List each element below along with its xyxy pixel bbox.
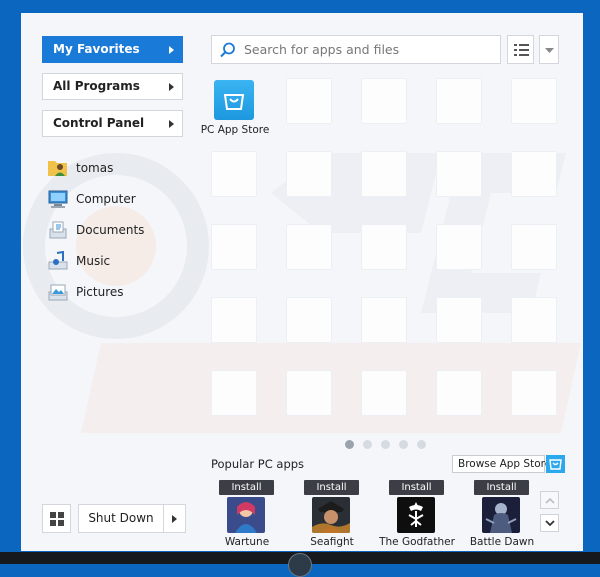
pc-app-store-tile[interactable] bbox=[214, 80, 254, 120]
my-favorites-label: My Favorites bbox=[53, 42, 140, 56]
popular-app-seafight: Install Seafight bbox=[297, 480, 367, 550]
place-label: Pictures bbox=[76, 285, 124, 299]
music-icon bbox=[48, 251, 68, 270]
empty-app-tile[interactable] bbox=[211, 370, 257, 416]
chevron-right-icon bbox=[169, 46, 174, 54]
start-button[interactable] bbox=[288, 553, 312, 577]
computer-icon bbox=[48, 190, 68, 208]
list-view-button[interactable] bbox=[507, 35, 534, 64]
empty-app-tile[interactable] bbox=[511, 297, 557, 343]
popular-scroll-up-button[interactable] bbox=[540, 491, 559, 509]
control-panel-button[interactable]: Control Panel bbox=[42, 110, 183, 137]
place-label: tomas bbox=[76, 161, 114, 175]
taskbar bbox=[0, 552, 600, 577]
empty-app-tile[interactable] bbox=[361, 78, 407, 124]
app-name: Wartune bbox=[224, 536, 270, 548]
empty-app-tile[interactable] bbox=[286, 297, 332, 343]
chevron-right-icon bbox=[169, 83, 174, 91]
popular-app-wartune: Install Wartune bbox=[212, 480, 282, 550]
empty-app-tile[interactable] bbox=[436, 78, 482, 124]
chevron-down-icon bbox=[545, 520, 555, 527]
shut-down-options-button[interactable] bbox=[164, 504, 186, 533]
chevron-down-icon bbox=[545, 48, 554, 53]
empty-app-tile[interactable] bbox=[286, 78, 332, 124]
search-icon bbox=[220, 42, 235, 58]
empty-app-tile[interactable] bbox=[211, 297, 257, 343]
empty-app-tile[interactable] bbox=[436, 224, 482, 270]
battle-dawn-app-icon[interactable] bbox=[482, 497, 520, 533]
empty-app-tile[interactable] bbox=[361, 297, 407, 343]
browse-app-store-icon-button[interactable] bbox=[546, 455, 565, 473]
empty-app-tile[interactable] bbox=[211, 224, 257, 270]
wartune-app-icon[interactable] bbox=[227, 497, 265, 533]
pc-app-store-label: PC App Store bbox=[200, 124, 270, 136]
empty-app-tile[interactable] bbox=[361, 370, 407, 416]
page-dot[interactable] bbox=[345, 440, 354, 449]
place-label: Computer bbox=[76, 192, 136, 206]
all-programs-button[interactable]: All Programs bbox=[42, 73, 183, 100]
control-panel-label: Control Panel bbox=[53, 116, 145, 130]
empty-app-tile[interactable] bbox=[286, 370, 332, 416]
search-box[interactable] bbox=[211, 35, 501, 64]
chevron-right-icon bbox=[172, 515, 177, 523]
seafight-app-icon[interactable] bbox=[312, 497, 350, 533]
place-label: Music bbox=[76, 254, 111, 268]
install-button[interactable]: Install bbox=[474, 480, 529, 495]
page-dot[interactable] bbox=[399, 440, 408, 449]
pictures-icon bbox=[48, 284, 68, 301]
empty-app-tile[interactable] bbox=[436, 297, 482, 343]
install-button[interactable]: Install bbox=[219, 480, 274, 495]
view-options-dropdown[interactable] bbox=[539, 35, 559, 64]
grid-icon bbox=[50, 512, 64, 526]
popular-app-the-godfather: Install The Godfather bbox=[379, 480, 455, 550]
user-folder-icon bbox=[48, 161, 67, 176]
empty-app-tile[interactable] bbox=[511, 224, 557, 270]
empty-app-tile[interactable] bbox=[511, 78, 557, 124]
empty-app-tile[interactable] bbox=[511, 151, 557, 197]
popular-apps-title: Popular PC apps bbox=[211, 457, 305, 471]
chevron-up-icon bbox=[545, 497, 555, 504]
install-button[interactable]: Install bbox=[389, 480, 444, 495]
documents-icon bbox=[49, 221, 67, 239]
all-programs-label: All Programs bbox=[53, 79, 140, 93]
empty-app-tile[interactable] bbox=[211, 151, 257, 197]
app-name: Battle Dawn bbox=[469, 536, 535, 548]
install-button[interactable]: Install bbox=[304, 480, 359, 495]
browse-app-store-button[interactable]: Browse App Store bbox=[452, 455, 551, 473]
chevron-right-icon bbox=[169, 120, 174, 128]
page-dot[interactable] bbox=[417, 440, 426, 449]
empty-app-tile[interactable] bbox=[286, 151, 332, 197]
tiles-view-button[interactable] bbox=[42, 504, 71, 533]
popular-scroll-down-button[interactable] bbox=[540, 514, 559, 532]
popular-app-battle-dawn: Install Battle Dawn bbox=[467, 480, 537, 550]
empty-app-tile[interactable] bbox=[361, 224, 407, 270]
empty-app-tile[interactable] bbox=[361, 151, 407, 197]
empty-app-tile[interactable] bbox=[436, 151, 482, 197]
search-input[interactable] bbox=[244, 39, 494, 60]
my-favorites-button[interactable]: My Favorites bbox=[42, 36, 183, 63]
list-icon bbox=[514, 44, 529, 56]
start-menu-panel: My Favorites All Programs Control Panel … bbox=[21, 13, 583, 551]
page-dot[interactable] bbox=[381, 440, 390, 449]
shopping-bag-icon bbox=[223, 94, 245, 110]
empty-app-tile[interactable] bbox=[511, 370, 557, 416]
page-dot[interactable] bbox=[363, 440, 372, 449]
shut-down-button[interactable]: Shut Down bbox=[78, 504, 164, 533]
app-name: The Godfather bbox=[379, 536, 455, 548]
empty-app-tile[interactable] bbox=[436, 370, 482, 416]
the-godfather-app-icon[interactable] bbox=[397, 497, 435, 533]
empty-app-tile[interactable] bbox=[286, 224, 332, 270]
app-name: Seafight bbox=[310, 536, 354, 548]
shopping-bag-icon bbox=[549, 459, 562, 470]
place-label: Documents bbox=[76, 223, 145, 237]
